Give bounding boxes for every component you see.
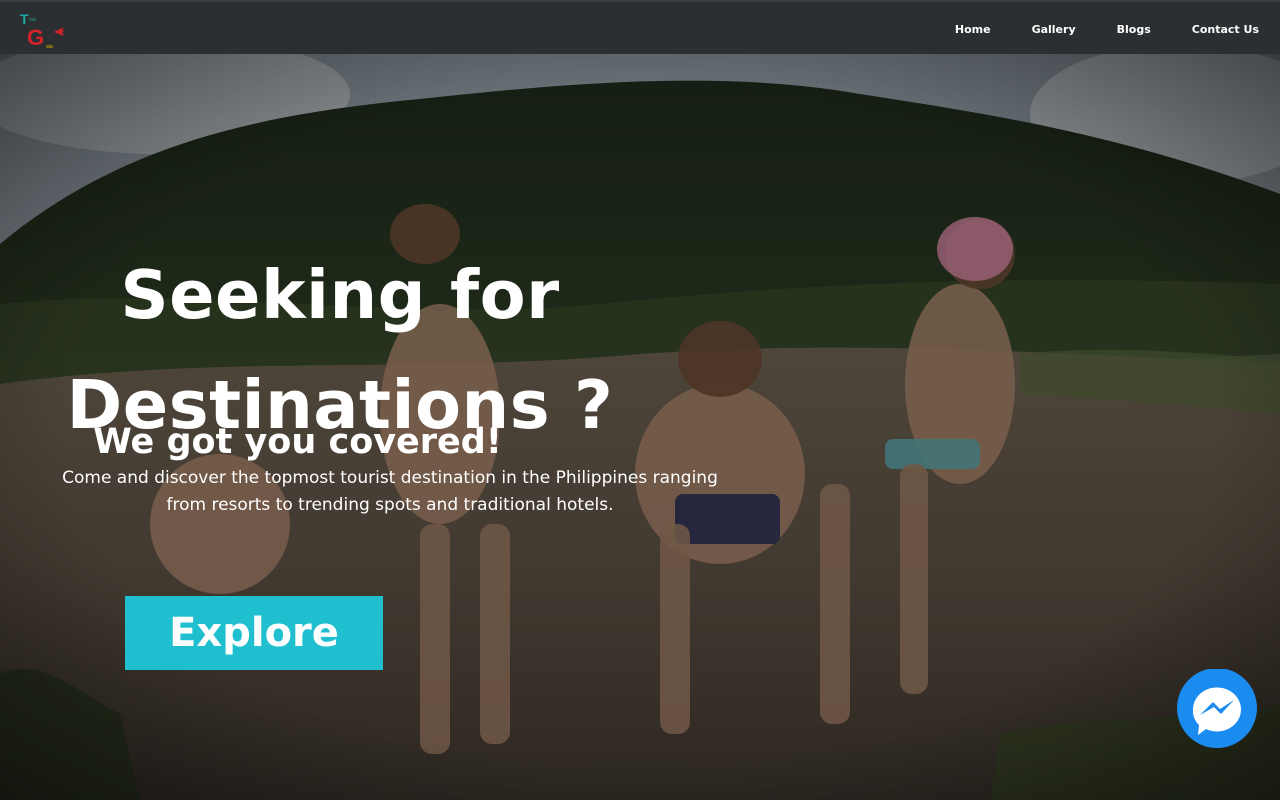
nav-link-home[interactable]: Home (955, 23, 991, 36)
hero-subheading: We got you covered! (93, 422, 502, 462)
svg-text:ala: ala (46, 44, 53, 50)
tourgala-logo-icon[interactable]: T our G ala (18, 10, 66, 52)
hero-description: Come and discover the topmost tourist de… (62, 468, 718, 515)
explore-button[interactable]: Explore (125, 596, 383, 670)
hero-section: Seeking for Destinations ? We got you co… (0, 54, 1280, 800)
nav-link-gallery[interactable]: Gallery (1032, 23, 1076, 36)
nav-menu: Home Gallery Blogs Contact Us (914, 2, 1259, 56)
svg-text:G: G (27, 25, 44, 50)
nav-link-contact-us[interactable]: Contact Us (1192, 23, 1259, 36)
messenger-icon[interactable] (1176, 669, 1258, 751)
navbar: T our G ala Home Gallery Blogs Contact U… (0, 0, 1280, 54)
svg-text:our: our (29, 17, 37, 23)
nav-link-blogs[interactable]: Blogs (1117, 23, 1151, 36)
